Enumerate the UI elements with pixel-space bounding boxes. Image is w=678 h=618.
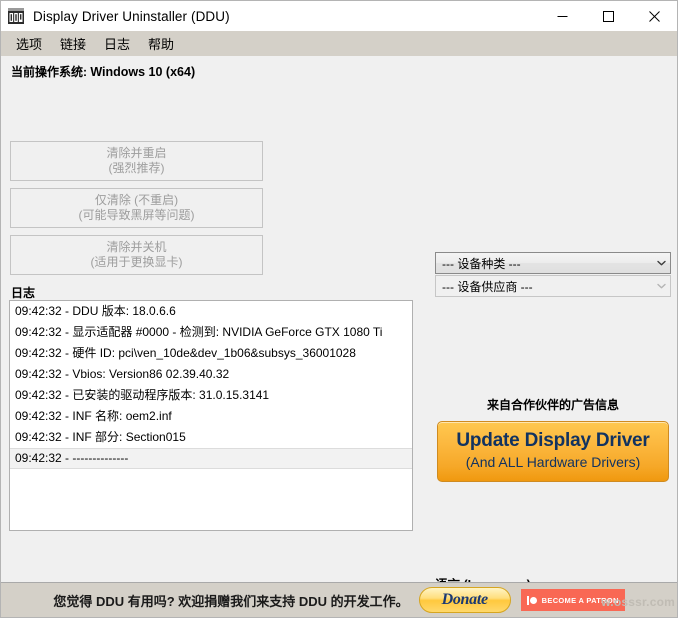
paypal-donate-button[interactable]: Donate [419, 587, 511, 613]
clean-only-label: 仅清除 (不重启) [95, 193, 178, 208]
log-row[interactable]: 09:42:32 - DDU 版本: 18.0.6.6 [10, 301, 412, 322]
menu-item-help[interactable]: 帮助 [139, 32, 183, 55]
ddu-main-window: Display Driver Uninstaller (DDU) 选项 [0, 0, 678, 618]
ad-headline: Update Display Driver [456, 431, 649, 452]
donate-bar: 您觉得 DDU 有用吗? 欢迎捐赠我们来支持 DDU 的开发工作。 Donate… [1, 582, 677, 617]
donate-message: 您觉得 DDU 有用吗? 欢迎捐赠我们来支持 DDU 的开发工作。 [53, 591, 408, 610]
title-bar: Display Driver Uninstaller (DDU) [1, 1, 677, 31]
current-os-value: Windows 10 (x64) [90, 65, 195, 79]
device-vendor-select[interactable]: --- 设备供应商 --- [435, 275, 671, 297]
device-vendor-value: --- 设备供应商 --- [436, 278, 653, 295]
become-a-patron-label: BECOME A PATRON [542, 596, 619, 605]
current-os-label: 当前操作系统: [11, 65, 87, 79]
close-button[interactable] [631, 1, 677, 31]
chevron-down-icon [653, 253, 670, 273]
minimize-button[interactable] [539, 1, 585, 31]
log-list[interactable]: 09:42:32 - DDU 版本: 18.0.6.6 09:42:32 - 显… [9, 300, 413, 531]
log-row[interactable]: 09:42:32 - INF 部分: Section015 [10, 427, 412, 448]
log-row[interactable]: 09:42:32 - 已安装的驱动程序版本: 31.0.15.3141 [10, 385, 412, 406]
ddu-app-icon [7, 7, 25, 25]
clean-and-restart-label: 清除并重启 [106, 146, 166, 161]
log-row[interactable]: 09:42:32 - 显示适配器 #0000 - 检测到: NVIDIA GeF… [10, 322, 412, 343]
paypal-donate-label: Donate [442, 591, 488, 609]
ad-update-driver-banner[interactable]: Update Display Driver (And ALL Hardware … [437, 421, 669, 482]
device-class-value: --- 设备种类 --- [436, 255, 653, 272]
close-icon [649, 11, 660, 22]
maximize-button[interactable] [585, 1, 631, 31]
clean-and-restart-sublabel: (强烈推荐) [109, 161, 165, 176]
chevron-down-icon [653, 276, 670, 296]
clean-and-shutdown-sublabel: (适用于更换显卡) [91, 255, 183, 270]
clean-only-sublabel: (可能导致黑屏等问题) [79, 208, 195, 223]
minimize-icon [557, 11, 568, 22]
clean-and-shutdown-button[interactable]: 清除并关机 (适用于更换显卡) [10, 235, 263, 275]
ad-subheadline: (And ALL Hardware Drivers) [466, 453, 641, 471]
menu-bar: 选项 链接 日志 帮助 [1, 31, 677, 56]
maximize-icon [603, 11, 614, 22]
clean-only-button[interactable]: 仅清除 (不重启) (可能导致黑屏等问题) [10, 188, 263, 228]
menu-item-logs[interactable]: 日志 [95, 32, 139, 55]
menu-item-options[interactable]: 选项 [7, 32, 51, 55]
ad-disclaimer-label: 来自合作伙伴的广告信息 [435, 396, 671, 413]
main-content: 当前操作系统: Windows 10 (x64) 清除并重启 (强烈推荐) 仅清… [1, 56, 677, 584]
patreon-logo-icon [527, 596, 537, 605]
become-a-patron-button[interactable]: BECOME A PATRON [521, 589, 625, 611]
window-controls [539, 1, 677, 31]
log-row[interactable]: 09:42:32 - Vbios: Version86 02.39.40.32 [10, 364, 412, 385]
log-section-label: 日志 [11, 284, 35, 301]
menu-item-links[interactable]: 链接 [51, 32, 95, 55]
log-row[interactable]: 09:42:32 - INF 名称: oem2.inf [10, 406, 412, 427]
log-row[interactable]: 09:42:32 - 硬件 ID: pci\ven_10de&dev_1b06&… [10, 343, 412, 364]
current-os-line: 当前操作系统: Windows 10 (x64) [11, 63, 195, 80]
device-class-select[interactable]: --- 设备种类 --- [435, 252, 671, 274]
clean-and-restart-button[interactable]: 清除并重启 (强烈推荐) [10, 141, 263, 181]
log-row[interactable]: 09:42:32 - -------------- [10, 448, 412, 469]
clean-and-shutdown-label: 清除并关机 [106, 240, 166, 255]
window-title: Display Driver Uninstaller (DDU) [33, 9, 230, 24]
